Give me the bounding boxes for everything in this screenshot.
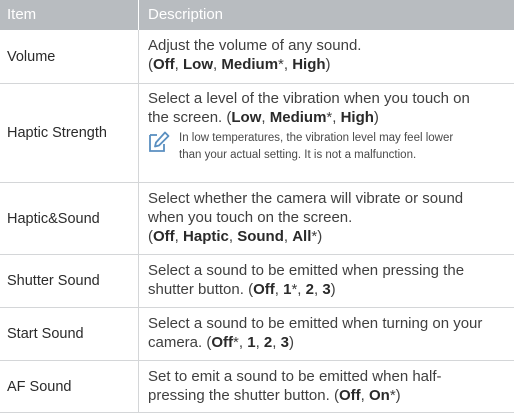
description-start-sound: Select a sound to be emitted when turnin… bbox=[139, 308, 514, 360]
description-line: Adjust the volume of any sound. bbox=[148, 37, 362, 54]
description-af-sound: Set to emit a sound to be emitted when h… bbox=[139, 361, 514, 412]
option-value: Off bbox=[153, 56, 175, 73]
options-line: shutter button. (Off, 1*, 2, 3) bbox=[148, 280, 508, 299]
option-value: Off bbox=[338, 387, 361, 404]
option-punctuation: *) bbox=[311, 228, 323, 245]
option-value: Off bbox=[211, 334, 234, 351]
note-text: In low temperatures, the vibration level… bbox=[179, 130, 453, 164]
item-volume: Volume bbox=[0, 30, 139, 83]
description-line: Set to emit a sound to be emitted when h… bbox=[148, 368, 442, 385]
option-punctuation: , bbox=[261, 109, 270, 126]
options-line: the screen. (Low, Medium*, High) bbox=[148, 108, 508, 127]
option-value: Low bbox=[183, 56, 214, 73]
options-line: (Off, Haptic, Sound, All*) bbox=[148, 227, 508, 246]
option-punctuation: , bbox=[360, 387, 369, 404]
options-line: camera. (Off*, 1, 2, 3) bbox=[148, 333, 508, 352]
option-value: All bbox=[292, 228, 312, 245]
item-haptic-strength: Haptic Strength bbox=[0, 84, 139, 182]
description-text: camera. bbox=[148, 334, 207, 351]
options-line: (Off, Low, Medium*, High) bbox=[148, 55, 508, 74]
option-value: Off bbox=[153, 228, 175, 245]
description-volume: Adjust the volume of any sound. (Off, Lo… bbox=[139, 30, 514, 83]
note: In low temperatures, the vibration level… bbox=[148, 130, 508, 164]
option-punctuation: *, bbox=[233, 334, 248, 351]
option-value: Sound bbox=[237, 228, 284, 245]
table-row: AF Sound Set to emit a sound to be emitt… bbox=[0, 361, 514, 413]
option-punctuation: ) bbox=[288, 334, 294, 351]
option-value: 2 bbox=[263, 334, 273, 351]
option-punctuation: , bbox=[272, 334, 281, 351]
note-line: In low temperatures, the vibration level… bbox=[179, 132, 454, 144]
option-punctuation: *) bbox=[389, 387, 401, 404]
option-punctuation: , bbox=[255, 334, 264, 351]
settings-table: Item Description Volume Adjust the volum… bbox=[0, 0, 514, 413]
options-text: (Off, 1*, 2, 3) bbox=[248, 281, 336, 298]
description-line: Select a level of the vibration when you… bbox=[148, 90, 470, 107]
note-line: than your actual setting. It is not a ma… bbox=[179, 149, 417, 161]
description-text: the screen. bbox=[148, 109, 227, 126]
option-value: 2 bbox=[305, 281, 314, 298]
description-text: shutter button. bbox=[148, 281, 249, 298]
description-line: Select a sound to be emitted when pressi… bbox=[148, 262, 465, 279]
option-value: Medium bbox=[269, 109, 327, 126]
option-value: 1 bbox=[247, 334, 256, 351]
item-shutter-sound: Shutter Sound bbox=[0, 255, 139, 307]
options-line: pressing the shutter button. (Off, On*) bbox=[148, 386, 508, 405]
description-line: Select a sound to be emitted when turnin… bbox=[148, 315, 483, 332]
item-af-sound: AF Sound bbox=[0, 361, 139, 412]
option-punctuation: , bbox=[274, 281, 284, 298]
header-item: Item bbox=[0, 0, 139, 30]
item-start-sound: Start Sound bbox=[0, 308, 139, 360]
option-punctuation: *, bbox=[326, 109, 341, 126]
description-haptic-sound: Select whether the camera will vibrate o… bbox=[139, 183, 514, 254]
option-value: 3 bbox=[280, 334, 289, 351]
options-text: (Off*, 1, 2, 3) bbox=[206, 334, 294, 351]
option-punctuation: *, bbox=[291, 281, 306, 298]
header-description: Description bbox=[148, 6, 224, 23]
table-row: Haptic&Sound Select whether the camera w… bbox=[0, 183, 514, 255]
description-line: Select whether the camera will vibrate o… bbox=[148, 190, 464, 207]
option-value: Off bbox=[253, 281, 275, 298]
options-text: (Off, On*) bbox=[334, 387, 401, 404]
description-haptic-strength: Select a level of the vibration when you… bbox=[139, 84, 514, 182]
table-row: Start Sound Select a sound to be emitted… bbox=[0, 308, 514, 361]
table-row: Haptic Strength Select a level of the vi… bbox=[0, 84, 514, 183]
description-shutter-sound: Select a sound to be emitted when pressi… bbox=[139, 255, 514, 307]
item-haptic-sound: Haptic&Sound bbox=[0, 183, 139, 254]
option-value: Low bbox=[231, 109, 262, 126]
option-value: Medium bbox=[221, 56, 279, 73]
option-value: Haptic bbox=[183, 228, 229, 245]
option-value: High bbox=[340, 109, 374, 126]
pencil-note-icon bbox=[149, 131, 170, 152]
table-row: Shutter Sound Select a sound to be emitt… bbox=[0, 255, 514, 308]
options-text: (Low, Medium*, High) bbox=[226, 109, 379, 126]
option-value: On bbox=[368, 387, 390, 404]
table-row: Volume Adjust the volume of any sound. (… bbox=[0, 30, 514, 84]
option-punctuation: , bbox=[174, 56, 184, 73]
description-line: when you touch on the screen. bbox=[148, 209, 353, 226]
option-value: High bbox=[292, 56, 326, 73]
description-text: pressing the shutter button. bbox=[148, 387, 334, 404]
option-punctuation: , bbox=[174, 228, 184, 245]
option-punctuation: ) bbox=[330, 281, 336, 298]
table-header: Item Description bbox=[0, 0, 514, 30]
option-punctuation: , bbox=[283, 228, 293, 245]
option-punctuation: , bbox=[228, 228, 238, 245]
option-punctuation: ) bbox=[373, 109, 379, 126]
option-punctuation: ) bbox=[325, 56, 331, 73]
option-value: 3 bbox=[322, 281, 331, 298]
option-punctuation: *, bbox=[278, 56, 293, 73]
